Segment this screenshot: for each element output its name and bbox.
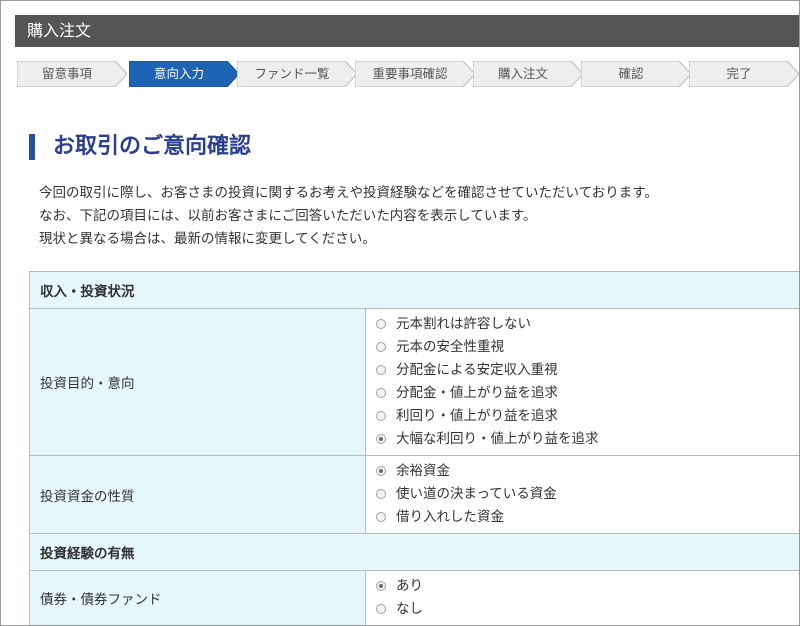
step-3: ファンド一覧 — [237, 61, 357, 87]
radio-button[interactable] — [376, 387, 386, 398]
step-label: 意向入力 — [153, 66, 204, 81]
radio-option[interactable]: なし — [376, 598, 799, 621]
radio-option[interactable]: 分配金・値上がり益を追求 — [376, 382, 799, 405]
page-title: お取引のご意向確認 — [53, 134, 252, 159]
question-row: 投資目的・意向 元本割れは許容しない 元本の安全性重視 分配金による安定収入重視… — [29, 308, 799, 456]
radio-label: 使い道の決まっている資金 — [396, 486, 557, 502]
step-2: 意向入力 — [129, 61, 239, 87]
window-title: 購入注文 — [15, 15, 799, 47]
radio-label: あり — [396, 578, 423, 594]
radio-button[interactable] — [376, 364, 386, 375]
step-label: 完了 — [726, 66, 752, 81]
question-label: 投資資金の性質 — [29, 455, 366, 534]
step-1: 留意事項 — [17, 61, 127, 87]
radio-button-selected[interactable] — [376, 580, 386, 591]
intent-form-table: 収入・投資状況 投資目的・意向 元本割れは許容しない 元本の安全性重視 分配金に… — [29, 271, 799, 625]
radio-option[interactable]: 大幅な利回り・値上がり益を追求 — [376, 428, 799, 451]
section-title: 投資経験の有無 — [29, 533, 799, 571]
answer-options: 元本割れは許容しない 元本の安全性重視 分配金による安定収入重視 分配金・値上が… — [365, 308, 799, 456]
radio-option[interactable]: あり — [376, 575, 799, 598]
radio-button[interactable] — [376, 603, 386, 614]
radio-label: 分配金・値上がり益を追求 — [396, 385, 558, 401]
radio-label: 利回り・値上がり益を追求 — [396, 408, 558, 424]
radio-option[interactable]: 利回り・値上がり益を追求 — [376, 405, 799, 428]
intro-line: 現状と異なる場合は、最新の情報に変更してください。 — [39, 231, 376, 247]
intro-line: 今回の取引に際し、お客さまの投資に関するお考えや投資経験などを確認させていただい… — [39, 185, 658, 201]
step-5: 購入注文 — [473, 61, 583, 87]
radio-button[interactable] — [376, 511, 386, 522]
radio-label: 大幅な利回り・値上がり益を追求 — [396, 431, 599, 447]
radio-option[interactable]: 余裕資金 — [376, 460, 799, 483]
progress-steps: 留意事項 意向入力 ファンド一覧 重要事項確認 購入注文 確認 完了 — [17, 61, 799, 87]
intro-line: なお、下記の項目には、以前お客さまにご回答いただいた内容を表示しています。 — [39, 208, 537, 224]
radio-button-selected[interactable] — [376, 433, 386, 444]
step-label: 重要事項確認 — [372, 66, 448, 81]
section-header-row: 収入・投資状況 — [29, 271, 799, 309]
question-label: 債券・債券ファンド — [29, 570, 366, 625]
radio-label: 分配金による安定収入重視 — [396, 362, 558, 378]
radio-label: 元本の安全性重視 — [396, 339, 504, 355]
radio-option[interactable]: 元本の安全性重視 — [376, 336, 799, 359]
radio-option[interactable]: 分配金による安定収入重視 — [376, 359, 799, 382]
heading-accent-bar — [29, 134, 35, 160]
step-label: 確認 — [618, 66, 644, 81]
step-7: 完了 — [689, 61, 799, 87]
radio-label: なし — [396, 601, 423, 617]
question-row: 投資資金の性質 余裕資金 使い道の決まっている資金 借り入れした資金 — [29, 455, 799, 534]
radio-button[interactable] — [376, 318, 386, 329]
section-title: 収入・投資状況 — [29, 271, 799, 309]
step-4: 重要事項確認 — [355, 61, 475, 87]
radio-button[interactable] — [376, 410, 386, 421]
radio-button[interactable] — [376, 488, 386, 499]
radio-option[interactable]: 借り入れした資金 — [376, 506, 799, 529]
step-label: ファンド一覧 — [254, 66, 330, 81]
radio-button[interactable] — [376, 341, 386, 352]
radio-label: 余裕資金 — [396, 463, 450, 479]
section-header-row: 投資経験の有無 — [29, 533, 799, 571]
question-row: 債券・債券ファンド あり なし — [29, 570, 799, 625]
page-frame: 購入注文 留意事項 意向入力 ファンド一覧 重要事項確認 購入注文 確認 完了 — [0, 0, 800, 626]
intro-text: 今回の取引に際し、お客さまの投資に関するお考えや投資経験などを確認させていただい… — [39, 182, 658, 251]
radio-option[interactable]: 元本割れは許容しない — [376, 313, 799, 336]
radio-button-selected[interactable] — [376, 465, 386, 476]
question-label: 投資目的・意向 — [29, 308, 366, 456]
step-label: 留意事項 — [41, 66, 92, 81]
radio-label: 借り入れした資金 — [396, 509, 504, 525]
step-label: 購入注文 — [497, 66, 548, 81]
step-6: 確認 — [581, 61, 691, 87]
answer-options: 余裕資金 使い道の決まっている資金 借り入れした資金 — [365, 455, 799, 534]
radio-option[interactable]: 使い道の決まっている資金 — [376, 483, 799, 506]
radio-label: 元本割れは許容しない — [396, 316, 531, 332]
answer-options: あり なし — [365, 570, 799, 625]
